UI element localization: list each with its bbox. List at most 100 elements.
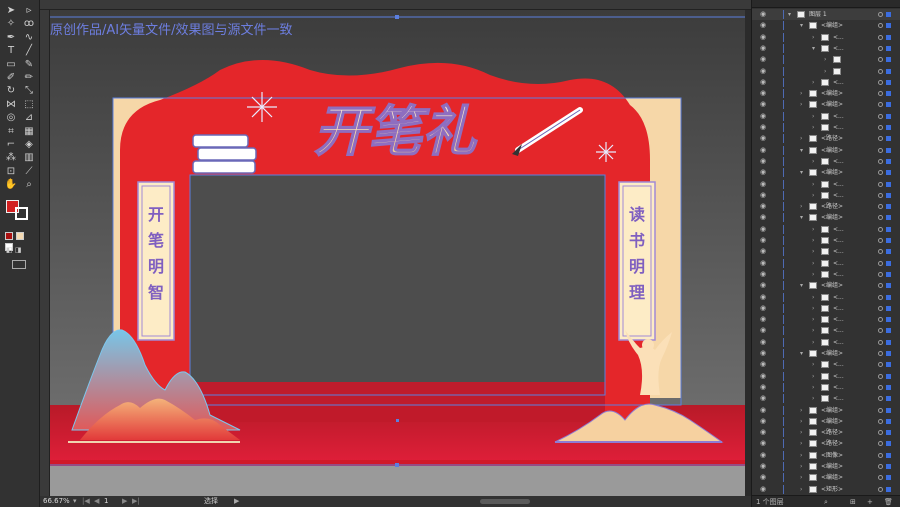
visibility-eye-icon[interactable]: ◉ bbox=[760, 88, 766, 99]
layer-name[interactable]: <矩形> bbox=[821, 484, 843, 495]
layer-row[interactable]: ◉ › <... bbox=[752, 235, 900, 246]
selection-indicator[interactable] bbox=[886, 441, 891, 447]
target-circle-icon[interactable] bbox=[878, 181, 883, 187]
symbol-sprayer-icon[interactable]: ⁂ bbox=[2, 151, 20, 165]
layer-row[interactable]: ◉ › <... bbox=[752, 337, 900, 348]
layer-row[interactable]: ◉ › <图像> bbox=[752, 450, 900, 461]
layer-name[interactable]: <... bbox=[833, 393, 844, 404]
target-circle-icon[interactable] bbox=[878, 147, 883, 153]
visibility-eye-icon[interactable]: ◉ bbox=[760, 337, 766, 348]
layer-name[interactable]: <... bbox=[833, 111, 844, 122]
target-circle-icon[interactable] bbox=[878, 91, 883, 97]
selection-indicator[interactable] bbox=[886, 34, 891, 40]
target-circle-icon[interactable] bbox=[878, 170, 883, 176]
expand-arrow-icon[interactable]: › bbox=[800, 461, 802, 472]
layer-row[interactable]: ◉ ▾ <编组> bbox=[752, 212, 900, 223]
target-circle-icon[interactable] bbox=[878, 79, 883, 85]
visibility-eye-icon[interactable]: ◉ bbox=[760, 359, 766, 370]
target-circle-icon[interactable] bbox=[878, 384, 883, 390]
layer-name[interactable]: <... bbox=[833, 77, 844, 88]
layer-row[interactable]: ◉ › <路径> bbox=[752, 438, 900, 449]
expand-arrow-icon[interactable]: › bbox=[812, 337, 814, 348]
collapse-arrow-icon[interactable]: ▾ bbox=[800, 348, 803, 359]
expand-arrow-icon[interactable]: › bbox=[812, 269, 814, 280]
visibility-eye-icon[interactable]: ◉ bbox=[760, 20, 766, 31]
collapse-arrow-icon[interactable]: ▾ bbox=[800, 145, 803, 156]
target-circle-icon[interactable] bbox=[878, 407, 883, 413]
layer-row[interactable]: ◉ ▾ <编组> bbox=[752, 348, 900, 359]
layer-row[interactable]: ◉ › <编组> bbox=[752, 88, 900, 99]
zoom-icon[interactable]: ⌕ bbox=[20, 178, 38, 192]
visibility-eye-icon[interactable]: ◉ bbox=[760, 427, 766, 438]
layer-row[interactable]: ◉ › <... bbox=[752, 224, 900, 235]
last-artboard-icon[interactable]: ▶| bbox=[132, 496, 140, 507]
selection-indicator[interactable] bbox=[886, 452, 891, 458]
selection-indicator[interactable] bbox=[886, 136, 891, 142]
selection-indicator[interactable] bbox=[886, 475, 891, 481]
visibility-eye-icon[interactable]: ◉ bbox=[760, 416, 766, 427]
expand-arrow-icon[interactable]: › bbox=[812, 122, 814, 133]
layer-name[interactable]: <... bbox=[833, 32, 844, 43]
visibility-eye-icon[interactable]: ◉ bbox=[760, 201, 766, 212]
collapse-arrow-icon[interactable]: ▾ bbox=[800, 20, 803, 31]
anchor-top[interactable] bbox=[395, 15, 399, 19]
layer-row[interactable]: ◉ ▾ <编组> bbox=[752, 280, 900, 291]
draw-mode-icon[interactable]: ◧ ◨ bbox=[6, 246, 32, 254]
visibility-eye-icon[interactable]: ◉ bbox=[760, 122, 766, 133]
expand-arrow-icon[interactable]: › bbox=[812, 179, 814, 190]
target-circle-icon[interactable] bbox=[878, 464, 883, 469]
visibility-eye-icon[interactable]: ◉ bbox=[760, 156, 766, 167]
layer-name[interactable]: 图层 1 bbox=[809, 9, 827, 20]
artboard-number-field[interactable]: 1 bbox=[104, 496, 108, 507]
target-circle-icon[interactable] bbox=[878, 125, 883, 130]
layer-name[interactable]: <... bbox=[833, 337, 844, 348]
expand-arrow-icon[interactable]: › bbox=[800, 201, 802, 212]
selection-indicator[interactable] bbox=[886, 362, 891, 368]
layer-row[interactable]: ◉ › <... bbox=[752, 32, 900, 43]
visibility-eye-icon[interactable]: ◉ bbox=[760, 32, 766, 43]
layer-name[interactable]: <... bbox=[833, 371, 844, 382]
locate-object-icon[interactable]: ⌕ bbox=[824, 496, 828, 507]
selection-indicator[interactable] bbox=[886, 113, 891, 119]
width-icon[interactable]: ⋈ bbox=[2, 98, 20, 112]
expand-arrow-icon[interactable]: › bbox=[812, 292, 814, 303]
collapse-arrow-icon[interactable]: ▾ bbox=[800, 212, 803, 223]
expand-arrow-icon[interactable]: › bbox=[800, 438, 802, 449]
selection-indicator[interactable] bbox=[886, 226, 891, 232]
visibility-eye-icon[interactable]: ◉ bbox=[760, 472, 766, 483]
layer-row[interactable]: ◉ › <... bbox=[752, 258, 900, 269]
selection-indicator[interactable] bbox=[886, 204, 891, 210]
layer-row[interactable]: ◉ › <... bbox=[752, 371, 900, 382]
layer-name[interactable]: <... bbox=[833, 258, 844, 269]
selection-indicator[interactable] bbox=[886, 351, 891, 356]
expand-arrow-icon[interactable]: › bbox=[800, 405, 802, 416]
color-mode-swatches[interactable] bbox=[5, 232, 35, 251]
status-menu-icon[interactable]: ▶ bbox=[234, 496, 239, 507]
collapse-arrow-icon[interactable]: ▾ bbox=[788, 9, 791, 20]
mesh-icon[interactable]: ⌗ bbox=[2, 125, 20, 139]
layer-name[interactable]: <... bbox=[833, 190, 844, 201]
visibility-eye-icon[interactable]: ◉ bbox=[760, 54, 766, 65]
visibility-eye-icon[interactable]: ◉ bbox=[760, 325, 766, 336]
layer-name[interactable]: <路径> bbox=[821, 438, 843, 449]
shape-builder-icon[interactable]: ◎ bbox=[2, 111, 20, 125]
layer-row[interactable]: ◉ › <编组> bbox=[752, 99, 900, 110]
target-circle-icon[interactable] bbox=[878, 486, 883, 492]
layer-row[interactable]: ◉ › bbox=[752, 54, 900, 65]
selection-indicator[interactable] bbox=[886, 147, 891, 153]
collapse-arrow-icon[interactable]: ▾ bbox=[812, 43, 815, 54]
visibility-eye-icon[interactable]: ◉ bbox=[760, 393, 766, 404]
line-icon[interactable]: ╱ bbox=[20, 44, 38, 58]
magic-wand-icon[interactable]: ✧ bbox=[2, 17, 20, 31]
visibility-eye-icon[interactable]: ◉ bbox=[760, 371, 766, 382]
layer-name[interactable]: <图像> bbox=[821, 450, 843, 461]
selection-icon[interactable]: ➤ bbox=[2, 4, 20, 18]
collapse-arrow-icon[interactable]: ▾ bbox=[800, 167, 803, 178]
target-circle-icon[interactable] bbox=[878, 475, 883, 481]
layer-row[interactable]: ◉ › <矩形> bbox=[752, 484, 900, 495]
selection-indicator[interactable] bbox=[886, 407, 891, 413]
visibility-eye-icon[interactable]: ◉ bbox=[760, 450, 766, 461]
next-artboard-icon[interactable]: ▶ bbox=[122, 496, 127, 507]
selection-indicator[interactable] bbox=[886, 170, 891, 176]
expand-arrow-icon[interactable]: › bbox=[812, 77, 814, 88]
